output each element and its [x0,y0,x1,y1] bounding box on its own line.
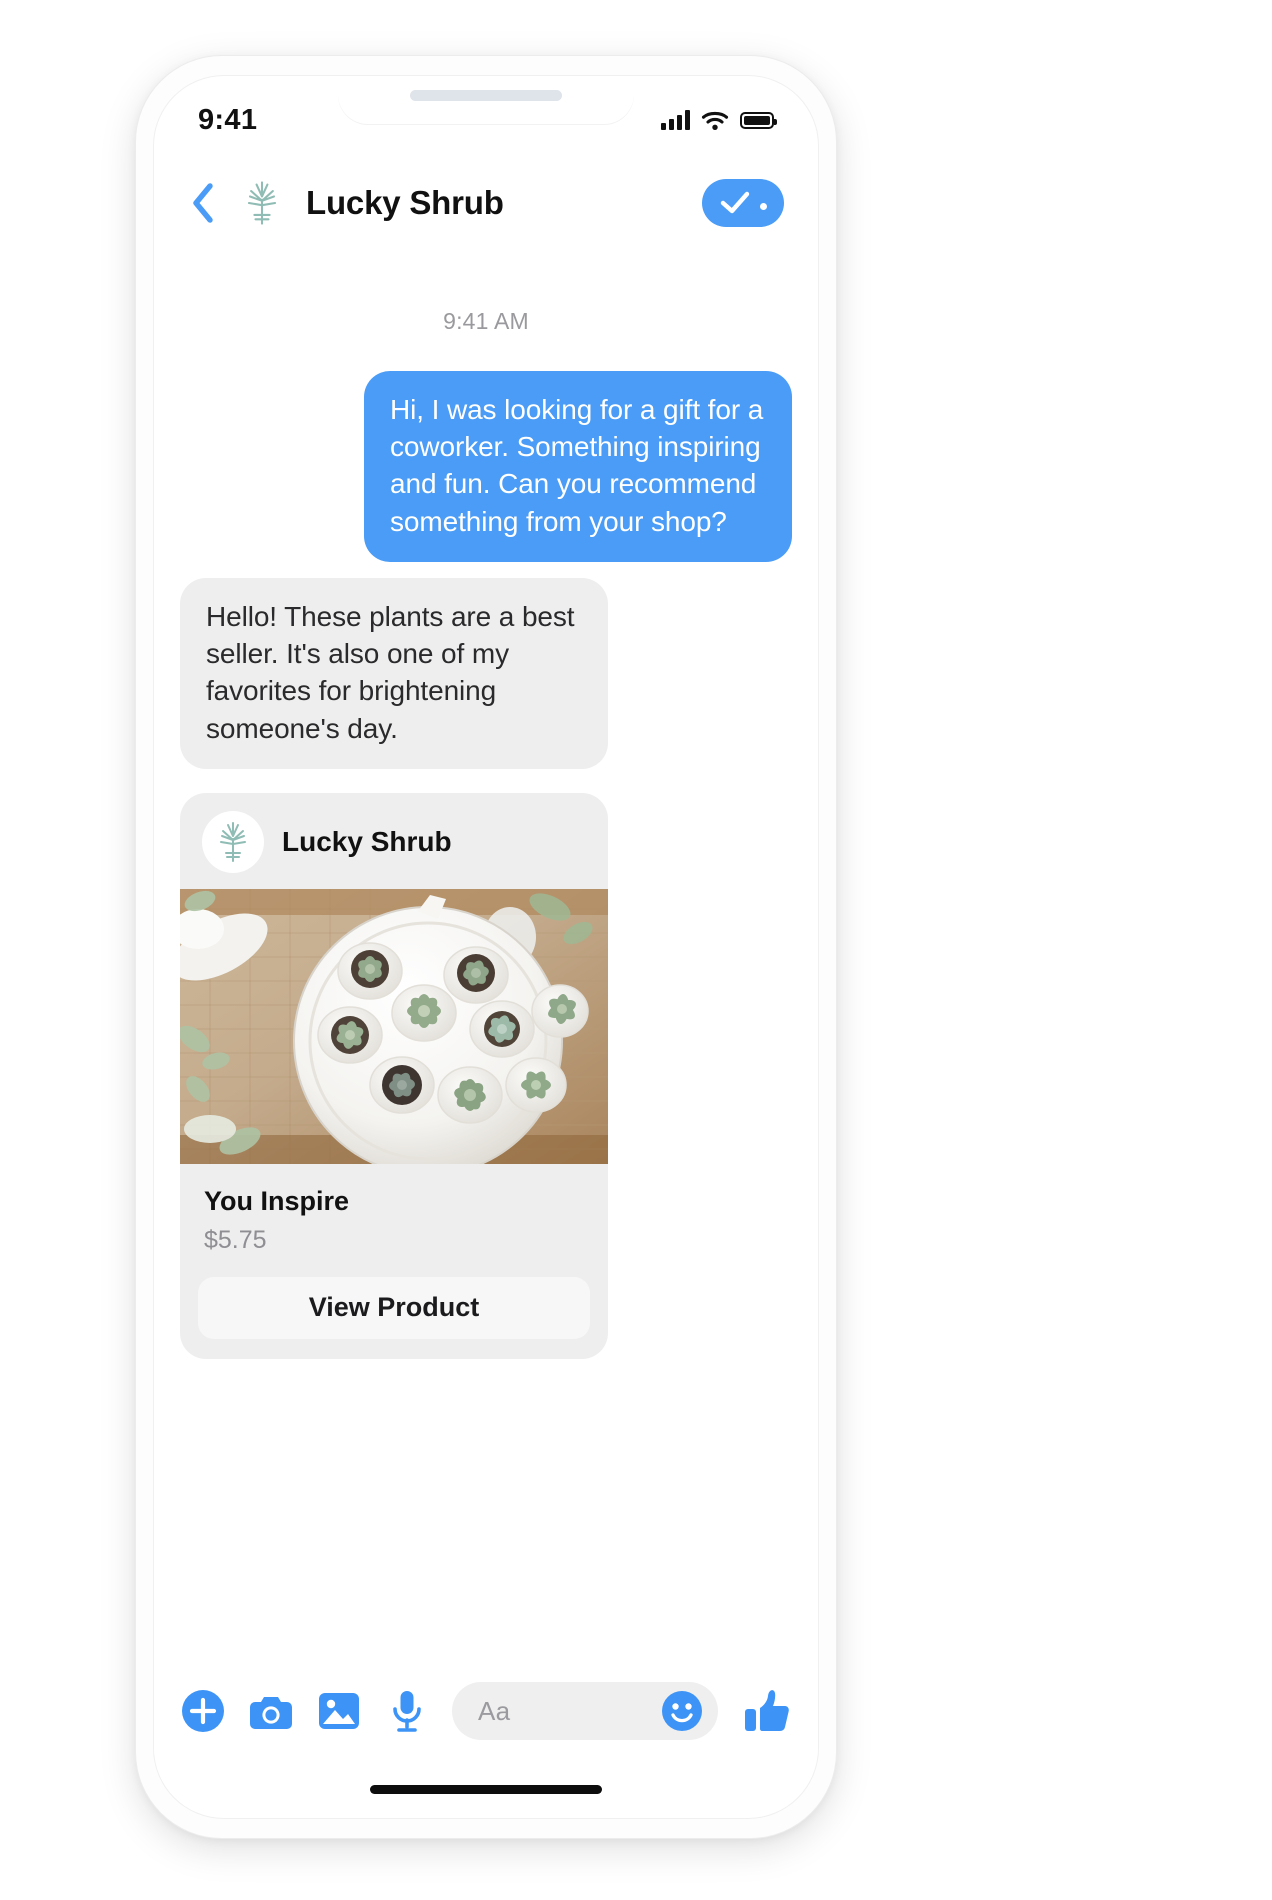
message-bubble-outgoing[interactable]: Hi, I was looking for a gift for a cowor… [364,371,792,562]
back-chevron-icon[interactable] [180,177,226,229]
product-photo [180,888,608,1164]
status-icons [661,110,777,131]
message-row-incoming: Hello! These plants are a best seller. I… [180,577,792,769]
page-title: Lucky Shrub [306,184,504,221]
message-composer: Aa [154,1668,818,1754]
image-icon[interactable] [316,1688,362,1734]
view-product-button[interactable]: View Product [198,1276,590,1339]
plus-circle-icon[interactable] [180,1688,226,1734]
lucky-shrub-logo-icon[interactable] [238,177,286,229]
product-title: You Inspire [204,1185,350,1216]
message-row-product-card: Lucky Shrub You Inspire $5.75 View Produ… [180,785,792,1359]
lucky-shrub-logo-icon [202,810,264,873]
cellular-signal-icon [661,110,690,130]
thumbs-up-icon[interactable] [742,1686,792,1736]
message-input-placeholder: Aa [478,1695,511,1726]
smiley-face-icon[interactable] [660,1689,704,1733]
home-indicator [370,1785,602,1794]
status-bar: 9:41 [154,76,818,150]
chat-header: Lucky Shrub [154,150,818,256]
phone-screen: 9:41 Lucky Shrub 9:41 AM Hi, I was looki… [154,76,818,1818]
conversation-thread: 9:41 AM Hi, I was looking for a gift for… [154,256,818,1668]
product-price: $5.75 [204,1225,267,1254]
message-input[interactable]: Aa [452,1682,718,1740]
status-dot [759,202,767,210]
product-card-header: Lucky Shrub [180,793,608,889]
wifi-icon [701,111,729,130]
microphone-icon[interactable] [384,1688,430,1734]
conversation-timestamp: 9:41 AM [443,308,529,334]
screenshot-stage: 9:41 Lucky Shrub 9:41 AM Hi, I was looki… [0,0,1272,1900]
message-bubble-incoming[interactable]: Hello! These plants are a best seller. I… [180,577,608,769]
product-card-brand: Lucky Shrub [282,825,452,857]
product-card[interactable]: Lucky Shrub You Inspire $5.75 View Produ… [180,792,608,1359]
message-row-outgoing: Hi, I was looking for a gift for a cowor… [180,371,792,562]
checkmark-icon[interactable] [702,179,784,227]
product-card-info: You Inspire $5.75 [180,1164,608,1255]
camera-icon[interactable] [248,1688,294,1734]
status-time: 9:41 [198,103,258,136]
battery-full-icon [740,111,777,129]
